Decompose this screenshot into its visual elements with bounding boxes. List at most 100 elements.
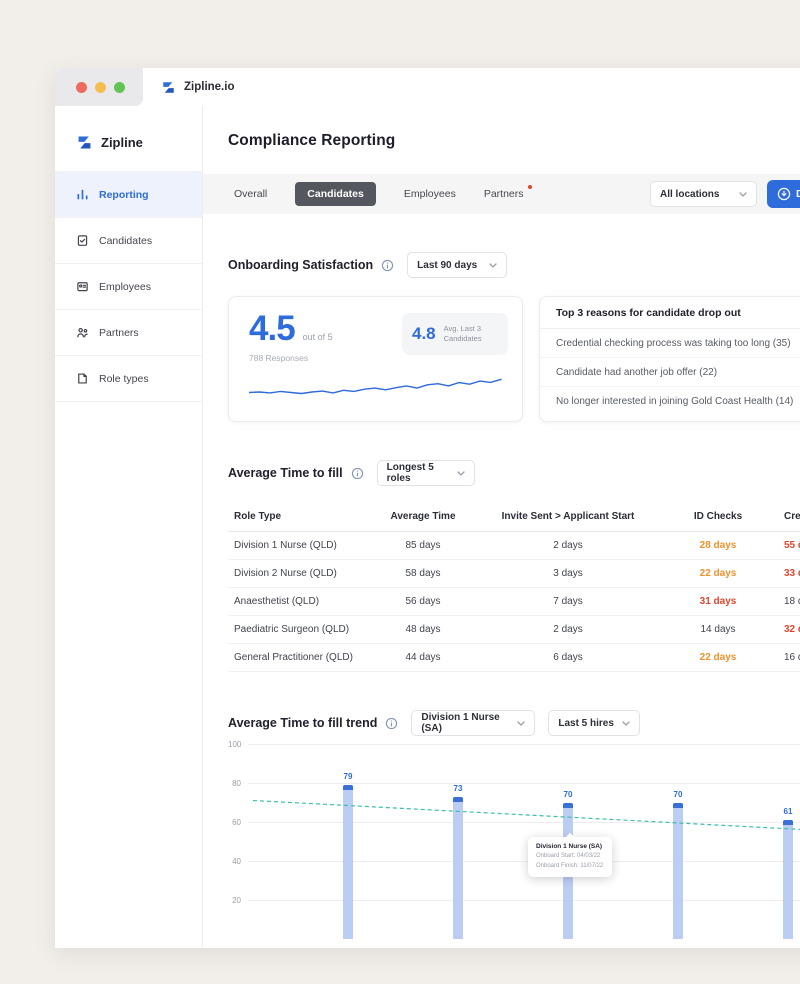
- tab-candidates[interactable]: Candidates: [295, 182, 376, 206]
- info-icon[interactable]: [381, 259, 394, 272]
- credential-checks-cell: 32 days: [778, 616, 800, 644]
- tab-employees[interactable]: Employees: [404, 188, 456, 200]
- tooltip-title: Division 1 Nurse (SA): [536, 843, 604, 850]
- gridline: [248, 861, 800, 862]
- bar-cap: [783, 820, 793, 825]
- trend-role-select[interactable]: Division 1 Nurse (SA): [411, 710, 535, 736]
- recent-average-card: 4.8 Avg. Last 3 Candidates: [402, 313, 508, 355]
- download-button[interactable]: Download: [767, 180, 800, 208]
- credential-checks-cell: 33 days: [778, 560, 800, 588]
- minimize-window-button[interactable]: [95, 82, 106, 93]
- gridline: [248, 822, 800, 823]
- tab-partners-label: Partners: [484, 188, 524, 200]
- invite-cell: 3 days: [478, 560, 658, 588]
- sidebar-item-partners[interactable]: Partners: [55, 310, 202, 356]
- sidebar-item-candidates[interactable]: Candidates: [55, 218, 202, 264]
- zoom-window-button[interactable]: [114, 82, 125, 93]
- people-icon: [76, 326, 89, 339]
- time-to-fill-title: Average Time to fill: [228, 466, 343, 480]
- trend-section: Average Time to fill trend Division 1 Nu…: [203, 710, 800, 934]
- gridline: [248, 783, 800, 784]
- y-axis-tick: 60: [228, 818, 241, 827]
- y-axis-tick: 40: [228, 857, 241, 866]
- sidebar-item-label: Reporting: [99, 189, 149, 201]
- tab-overall[interactable]: Overall: [234, 188, 267, 200]
- invite-cell: 2 days: [478, 532, 658, 560]
- zipline-logo-icon: [76, 134, 93, 151]
- bar-chart-icon: [76, 188, 89, 201]
- sidebar-nav: Reporting Candidates Employees: [55, 171, 202, 402]
- satisfaction-period-select[interactable]: Last 90 days: [407, 252, 507, 278]
- bar-value-label: 79: [344, 772, 353, 781]
- column-header: Invite Sent > Applicant Start: [478, 502, 658, 532]
- average-time-cell: 44 days: [368, 644, 478, 672]
- gridline: [248, 744, 800, 745]
- average-time-cell: 58 days: [368, 560, 478, 588]
- info-icon[interactable]: [351, 467, 364, 480]
- bar-value-label: 61: [784, 807, 793, 816]
- id-checks-cell: 14 days: [658, 616, 778, 644]
- download-button-label: Download: [796, 188, 800, 200]
- roles-filter-select[interactable]: Longest 5 roles: [377, 460, 475, 486]
- chevron-down-icon: [489, 263, 497, 268]
- chart-bar[interactable]: 61: [783, 820, 793, 939]
- satisfaction-sparkline: [249, 371, 502, 401]
- zipline-logo-icon: [161, 80, 176, 95]
- location-filter-select[interactable]: All locations: [650, 181, 757, 207]
- bar-value-label: 70: [674, 790, 683, 799]
- chart-bar[interactable]: 73: [453, 797, 463, 939]
- document-icon: [76, 372, 89, 385]
- chevron-down-icon: [622, 721, 630, 726]
- download-icon: [777, 187, 791, 201]
- bar-cap: [453, 797, 463, 802]
- chart-bar[interactable]: 70: [673, 803, 683, 940]
- invite-cell: 6 days: [478, 644, 658, 672]
- sidebar-item-employees[interactable]: Employees: [55, 264, 202, 310]
- y-axis-tick: 20: [228, 896, 241, 905]
- id-checks-cell: 31 days: [658, 588, 778, 616]
- browser-titlebar: Zipline.io: [55, 68, 800, 106]
- chevron-down-icon: [517, 721, 525, 726]
- average-time-cell: 85 days: [368, 532, 478, 560]
- traffic-lights: [55, 68, 143, 106]
- sidebar-item-label: Partners: [99, 327, 139, 339]
- sidebar-item-role-types[interactable]: Role types: [55, 356, 202, 402]
- id-badge-icon: [76, 280, 89, 293]
- trend-hires-select[interactable]: Last 5 hires: [548, 710, 640, 736]
- id-checks-cell: 28 days: [658, 532, 778, 560]
- info-icon[interactable]: [385, 717, 398, 730]
- credential-checks-cell: 55 days: [778, 532, 800, 560]
- app-brand: Zipline: [55, 134, 202, 151]
- roles-filter-value: Longest 5 roles: [387, 462, 457, 484]
- trend-line: [248, 744, 800, 939]
- table-row: Paediatric Surgeon (QLD) 48 days 2 days …: [228, 616, 800, 644]
- bar-cap: [563, 803, 573, 808]
- plot-area: 79 73 70 70 61 Division 1 Nurse (SA) Onb…: [248, 744, 800, 984]
- sparkline-path: [249, 379, 501, 393]
- role-type-cell: Division 1 Nurse (QLD): [228, 532, 368, 560]
- average-time-cell: 56 days: [368, 588, 478, 616]
- table-header-row: Role Type Average Time Invite Sent > App…: [228, 502, 800, 532]
- credential-checks-cell: 18 days: [778, 588, 800, 616]
- chart-bar[interactable]: 79: [343, 785, 353, 939]
- bar-value-label: 73: [454, 784, 463, 793]
- role-type-cell: General Practitioner (QLD): [228, 644, 368, 672]
- dropout-reason: Credential checking process was taking t…: [540, 329, 800, 358]
- browser-tab[interactable]: Zipline.io: [143, 80, 234, 95]
- tab-partners[interactable]: Partners: [484, 188, 524, 200]
- app-brand-name: Zipline: [101, 135, 143, 150]
- bar-cap: [673, 803, 683, 808]
- role-type-cell: Paediatric Surgeon (QLD): [228, 616, 368, 644]
- sidebar-item-label: Candidates: [99, 235, 152, 247]
- role-type-cell: Division 2 Nurse (QLD): [228, 560, 368, 588]
- satisfaction-section: Onboarding Satisfaction Last 90 days: [203, 252, 800, 422]
- sidebar-item-reporting[interactable]: Reporting: [55, 172, 202, 218]
- alert-dot: [528, 185, 532, 189]
- browser-tab-title: Zipline.io: [184, 81, 234, 93]
- close-window-button[interactable]: [76, 82, 87, 93]
- invite-cell: 2 days: [478, 616, 658, 644]
- column-header: Role Type: [228, 502, 368, 532]
- id-checks-cell: 22 days: [658, 560, 778, 588]
- column-header: Average Time: [368, 502, 478, 532]
- satisfaction-period-value: Last 90 days: [417, 260, 477, 271]
